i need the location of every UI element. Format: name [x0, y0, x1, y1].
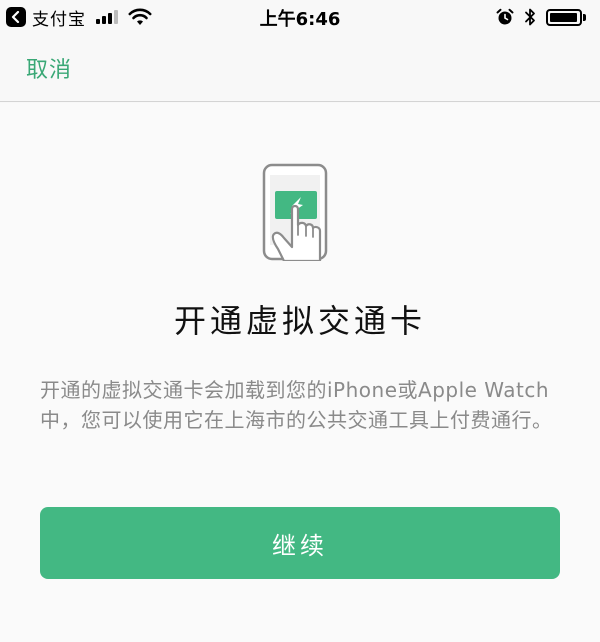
phone-tap-card-icon [258, 161, 344, 265]
battery-fill [550, 12, 577, 22]
bluetooth-icon [525, 8, 535, 26]
alarm-icon [496, 8, 514, 25]
battery-body [546, 8, 582, 26]
description-text: 开通的虚拟交通卡会加载到您的iPhone或Apple Watch中，您可以使用它… [40, 378, 553, 432]
battery-tip [583, 13, 586, 21]
screen: 支付宝 上午6:46 取消 开通虚拟交通卡 开通的虚拟交通卡会加载到您的iPho… [0, 0, 600, 642]
status-bar-right [496, 5, 586, 29]
battery-icon [546, 8, 586, 26]
continue-button[interactable]: 继续 [40, 507, 560, 579]
page-title: 开通虚拟交通卡 [173, 302, 426, 340]
status-bar: 支付宝 上午6:46 [0, 0, 600, 34]
cancel-button[interactable]: 取消 [26, 52, 72, 84]
nav-bar: 取消 [0, 34, 600, 102]
main-content: 开通虚拟交通卡 开通的虚拟交通卡会加载到您的iPhone或Apple Watch… [0, 103, 600, 642]
